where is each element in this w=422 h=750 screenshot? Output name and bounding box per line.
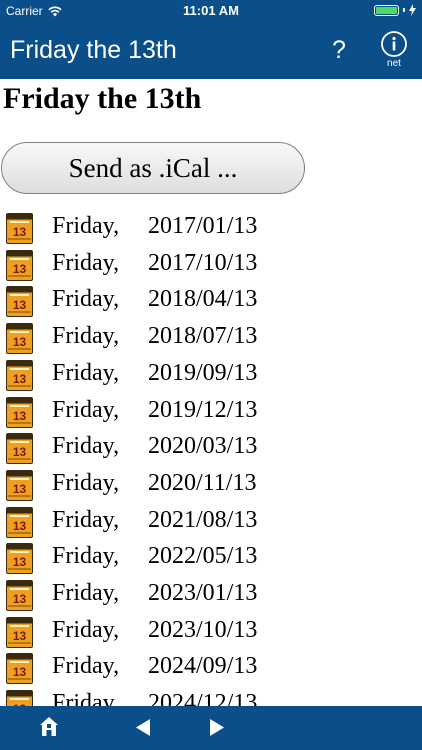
status-time: 11:01 AM <box>183 3 239 18</box>
calendar-icon-number: 13 <box>13 445 27 459</box>
back-arrow-icon <box>136 719 150 736</box>
forward-arrow-icon <box>210 719 224 736</box>
calendar-icon-number: 13 <box>13 409 27 423</box>
weekday-label: Friday, <box>52 249 120 276</box>
send-ical-button[interactable]: Send as .iCal ... <box>1 142 305 194</box>
date-label: 2022/05/13 <box>148 543 258 570</box>
date-label: 2023/10/13 <box>148 616 258 643</box>
calendar-icon-number: 13 <box>13 482 27 496</box>
date-label: 2018/07/13 <box>148 323 258 350</box>
date-label: 2017/01/13 <box>148 213 258 239</box>
date-row[interactable]: 13 Friday, 2023/01/13 <box>0 576 422 613</box>
weekday-label: Friday, <box>52 469 120 496</box>
date-label: 2021/08/13 <box>148 506 258 533</box>
weekday-label: Friday, <box>52 433 120 460</box>
weekday-label: Friday, <box>52 506 120 533</box>
date-row[interactable]: 13 Friday, 2018/04/13 <box>0 282 422 319</box>
date-label: 2019/12/13 <box>148 396 258 423</box>
date-row[interactable]: 13 Friday, 2017/01/13 <box>0 209 422 246</box>
info-sub-label: net <box>387 58 401 69</box>
calendar-13-icon: 13 <box>6 396 33 428</box>
calendar-13-icon: 13 <box>6 433 33 465</box>
date-row[interactable]: 13 Friday, 2021/08/13 <box>0 503 422 540</box>
battery-level <box>376 6 397 14</box>
date-label: 2020/03/13 <box>148 433 258 460</box>
nav-bar: Friday the 13th ? net <box>0 22 422 79</box>
date-label: 2024/12/13 <box>148 690 258 707</box>
date-label: 2017/10/13 <box>148 249 258 276</box>
date-label: 2018/04/13 <box>148 286 258 313</box>
weekday-label: Friday, <box>52 286 120 313</box>
charging-icon <box>409 4 416 16</box>
calendar-icon-number: 13 <box>13 372 27 386</box>
weekday-label: Friday, <box>52 580 120 606</box>
battery-tip <box>403 8 405 12</box>
weekday-label: Friday, <box>52 616 120 643</box>
help-button[interactable]: ? <box>328 36 350 65</box>
calendar-13-icon: 13 <box>6 580 33 611</box>
calendar-13-icon: 13 <box>6 359 33 391</box>
bottom-toolbar <box>0 706 422 750</box>
next-button[interactable] <box>195 706 239 750</box>
weekday-label: Friday, <box>52 543 120 570</box>
page-heading: Friday the 13th <box>3 82 202 115</box>
calendar-icon-number: 13 <box>13 225 27 239</box>
status-bar: Carrier 11:01 AM <box>0 0 422 22</box>
calendar-13-icon: 13 <box>6 286 33 318</box>
date-row[interactable]: 13 Friday, 2018/07/13 <box>0 319 422 356</box>
date-row[interactable]: 13 Friday, 2020/03/13 <box>0 429 422 466</box>
calendar-13-icon: 13 <box>6 249 33 281</box>
date-row[interactable]: 13 Friday, 2023/10/13 <box>0 613 422 650</box>
date-row[interactable]: 13 Friday, 2017/10/13 <box>0 246 422 283</box>
weekday-label: Friday, <box>52 323 120 350</box>
date-row[interactable]: 13 Friday, 2024/09/13 <box>0 649 422 686</box>
calendar-13-icon: 13 <box>6 690 33 707</box>
calendar-13-icon: 13 <box>6 323 33 355</box>
calendar-13-icon: 13 <box>6 616 33 648</box>
calendar-icon-number: 13 <box>13 298 27 312</box>
calendar-icon-number: 13 <box>13 629 27 643</box>
weekday-label: Friday, <box>52 653 120 680</box>
calendar-icon-number: 13 <box>13 519 27 533</box>
nav-title: Friday the 13th <box>10 36 177 64</box>
date-label: 2019/09/13 <box>148 359 258 386</box>
status-right <box>374 4 416 16</box>
date-row[interactable]: 13 Friday, 2022/05/13 <box>0 539 422 576</box>
date-label: 2024/09/13 <box>148 653 258 680</box>
home-button[interactable] <box>27 706 71 750</box>
weekday-label: Friday, <box>52 213 120 239</box>
calendar-13-icon: 13 <box>6 469 33 501</box>
battery-icon <box>374 4 399 16</box>
calendar-icon-number: 13 <box>13 592 27 606</box>
previous-button[interactable] <box>121 706 165 750</box>
info-icon <box>381 31 407 57</box>
info-button[interactable]: net <box>380 30 408 74</box>
date-row[interactable]: 13 Friday, 2020/11/13 <box>0 466 422 503</box>
calendar-icon-number: 13 <box>13 262 27 276</box>
date-row[interactable]: 13 Friday, 2019/09/13 <box>0 356 422 393</box>
home-icon <box>40 717 58 736</box>
date-list: 13 Friday, 2017/01/13 13 Friday, 2017/10/13 13… <box>0 209 422 707</box>
weekday-label: Friday, <box>52 690 120 707</box>
date-label: 2023/01/13 <box>148 580 258 606</box>
weekday-label: Friday, <box>52 396 120 423</box>
date-row[interactable]: 13 Friday, 2024/12/13 <box>0 686 422 707</box>
weekday-label: Friday, <box>52 359 120 386</box>
calendar-13-icon: 13 <box>6 506 33 538</box>
calendar-13-icon: 13 <box>6 543 33 575</box>
date-label: 2020/11/13 <box>148 469 257 496</box>
calendar-13-icon: 13 <box>6 213 33 244</box>
calendar-13-icon: 13 <box>6 653 33 685</box>
calendar-icon-number: 13 <box>13 665 27 679</box>
calendar-icon-number: 13 <box>13 335 27 349</box>
date-row[interactable]: 13 Friday, 2019/12/13 <box>0 393 422 430</box>
calendar-icon-number: 13 <box>13 555 27 569</box>
